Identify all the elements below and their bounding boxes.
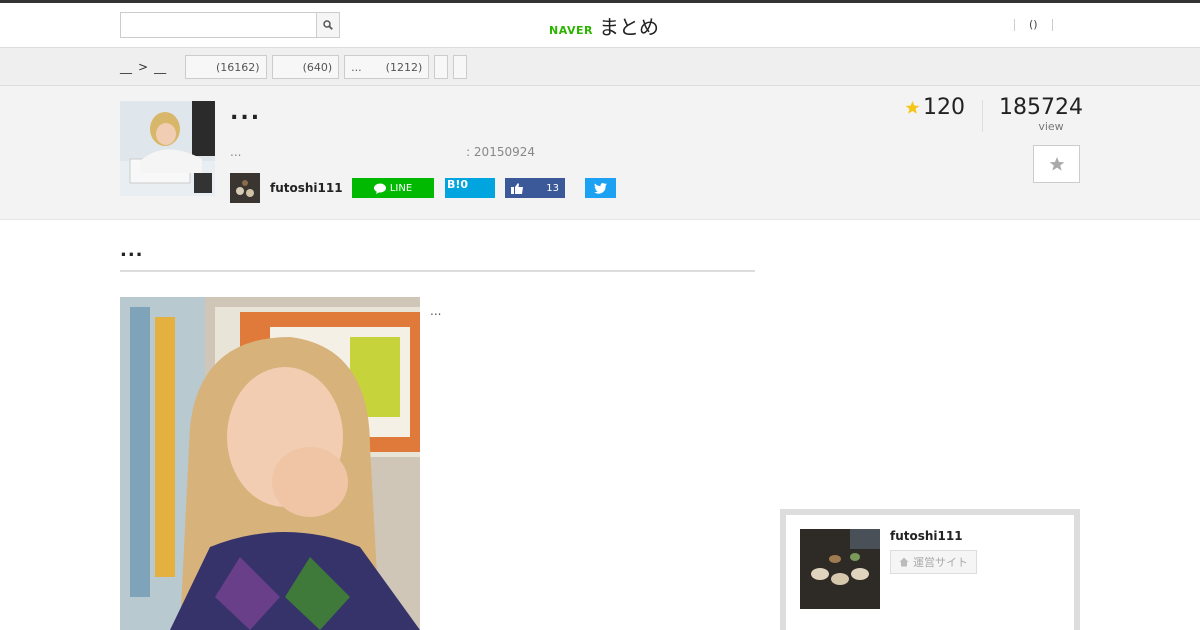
article-description: ... — [230, 145, 242, 159]
tag-item[interactable] — [453, 55, 468, 79]
tag-count: (16162) — [216, 60, 260, 74]
search-form — [120, 12, 340, 38]
main-image — [120, 297, 420, 630]
avatar — [230, 173, 260, 203]
hatena-bookmark-button[interactable]: B!0 — [445, 178, 495, 198]
line-icon — [373, 183, 386, 194]
tag-count: (640) — [302, 60, 333, 74]
article-date: : 20150924 — [466, 145, 535, 159]
thumbs-up-icon — [511, 182, 523, 194]
body-text: ... — [430, 304, 442, 318]
view-label: view — [1038, 120, 1064, 133]
facebook-like-button[interactable]: 13 — [505, 178, 565, 198]
header-nav-link[interactable]: () — [1015, 18, 1052, 31]
author-name: futoshi111 — [270, 181, 343, 195]
view-count: 185724 view — [993, 95, 1083, 133]
search-button[interactable] — [316, 12, 340, 38]
breadcrumb-item[interactable]: __ — [120, 60, 132, 74]
hatena-label: B!0 — [447, 178, 469, 191]
avatar[interactable] — [800, 529, 880, 609]
logo-product: まとめ — [598, 15, 659, 39]
article-header: ... ... : 20150924 futoshi111 LINE B!0 1… — [0, 86, 1200, 220]
section-heading: ... — [120, 240, 755, 272]
article-thumbnail — [120, 101, 215, 196]
favorite-count: 120 — [905, 95, 965, 120]
tag-list: (16162) (640) ... (1212) — [185, 55, 468, 79]
breadcrumb-item[interactable]: __ — [154, 60, 166, 74]
like-count: 13 — [546, 182, 559, 194]
stats-divider — [982, 100, 983, 132]
site-logo[interactable]: NAVER まとめ — [549, 11, 659, 40]
tag-item[interactable]: (16162) — [185, 55, 267, 79]
nav-divider — [1051, 18, 1053, 31]
breadcrumb: __ > __ — [120, 60, 166, 74]
site-header: NAVER まとめ () — [0, 3, 1200, 48]
favorite-number: 120 — [923, 95, 965, 120]
tag-item[interactable]: (640) — [271, 55, 340, 79]
search-icon — [323, 20, 333, 30]
site-link-label: 運営サイト — [913, 556, 968, 569]
tag-count: (1212) — [385, 60, 423, 74]
logo-brand: NAVER — [549, 24, 593, 37]
twitter-icon — [594, 182, 607, 194]
search-input[interactable] — [120, 12, 316, 38]
site-link-button[interactable]: 運営サイト — [890, 550, 977, 574]
profile-name[interactable]: futoshi111 — [890, 529, 963, 543]
category-bar: __ > __ (16162) (640) ... (1212) — [0, 48, 1200, 86]
header-nav: () — [1014, 18, 1053, 31]
article-meta: ... : 20150924 — [230, 145, 535, 159]
author-profile-card: futoshi111 運営サイト — [780, 509, 1080, 630]
author-link[interactable]: futoshi111 — [230, 173, 343, 203]
line-share-label: LINE — [389, 182, 413, 194]
star-icon — [905, 100, 920, 114]
view-number: 185724 — [999, 95, 1083, 120]
tag-item[interactable]: ... (1212) — [344, 55, 430, 79]
line-share-button[interactable]: LINE — [352, 178, 434, 198]
twitter-share-button[interactable] — [585, 178, 616, 198]
tag-item[interactable] — [434, 55, 449, 79]
tag-label: ... — [351, 60, 362, 74]
add-favorite-button[interactable] — [1033, 145, 1080, 183]
home-icon — [899, 557, 909, 567]
article-title: ... — [230, 100, 262, 125]
breadcrumb-separator: > — [138, 60, 149, 74]
star-icon — [1049, 157, 1064, 171]
